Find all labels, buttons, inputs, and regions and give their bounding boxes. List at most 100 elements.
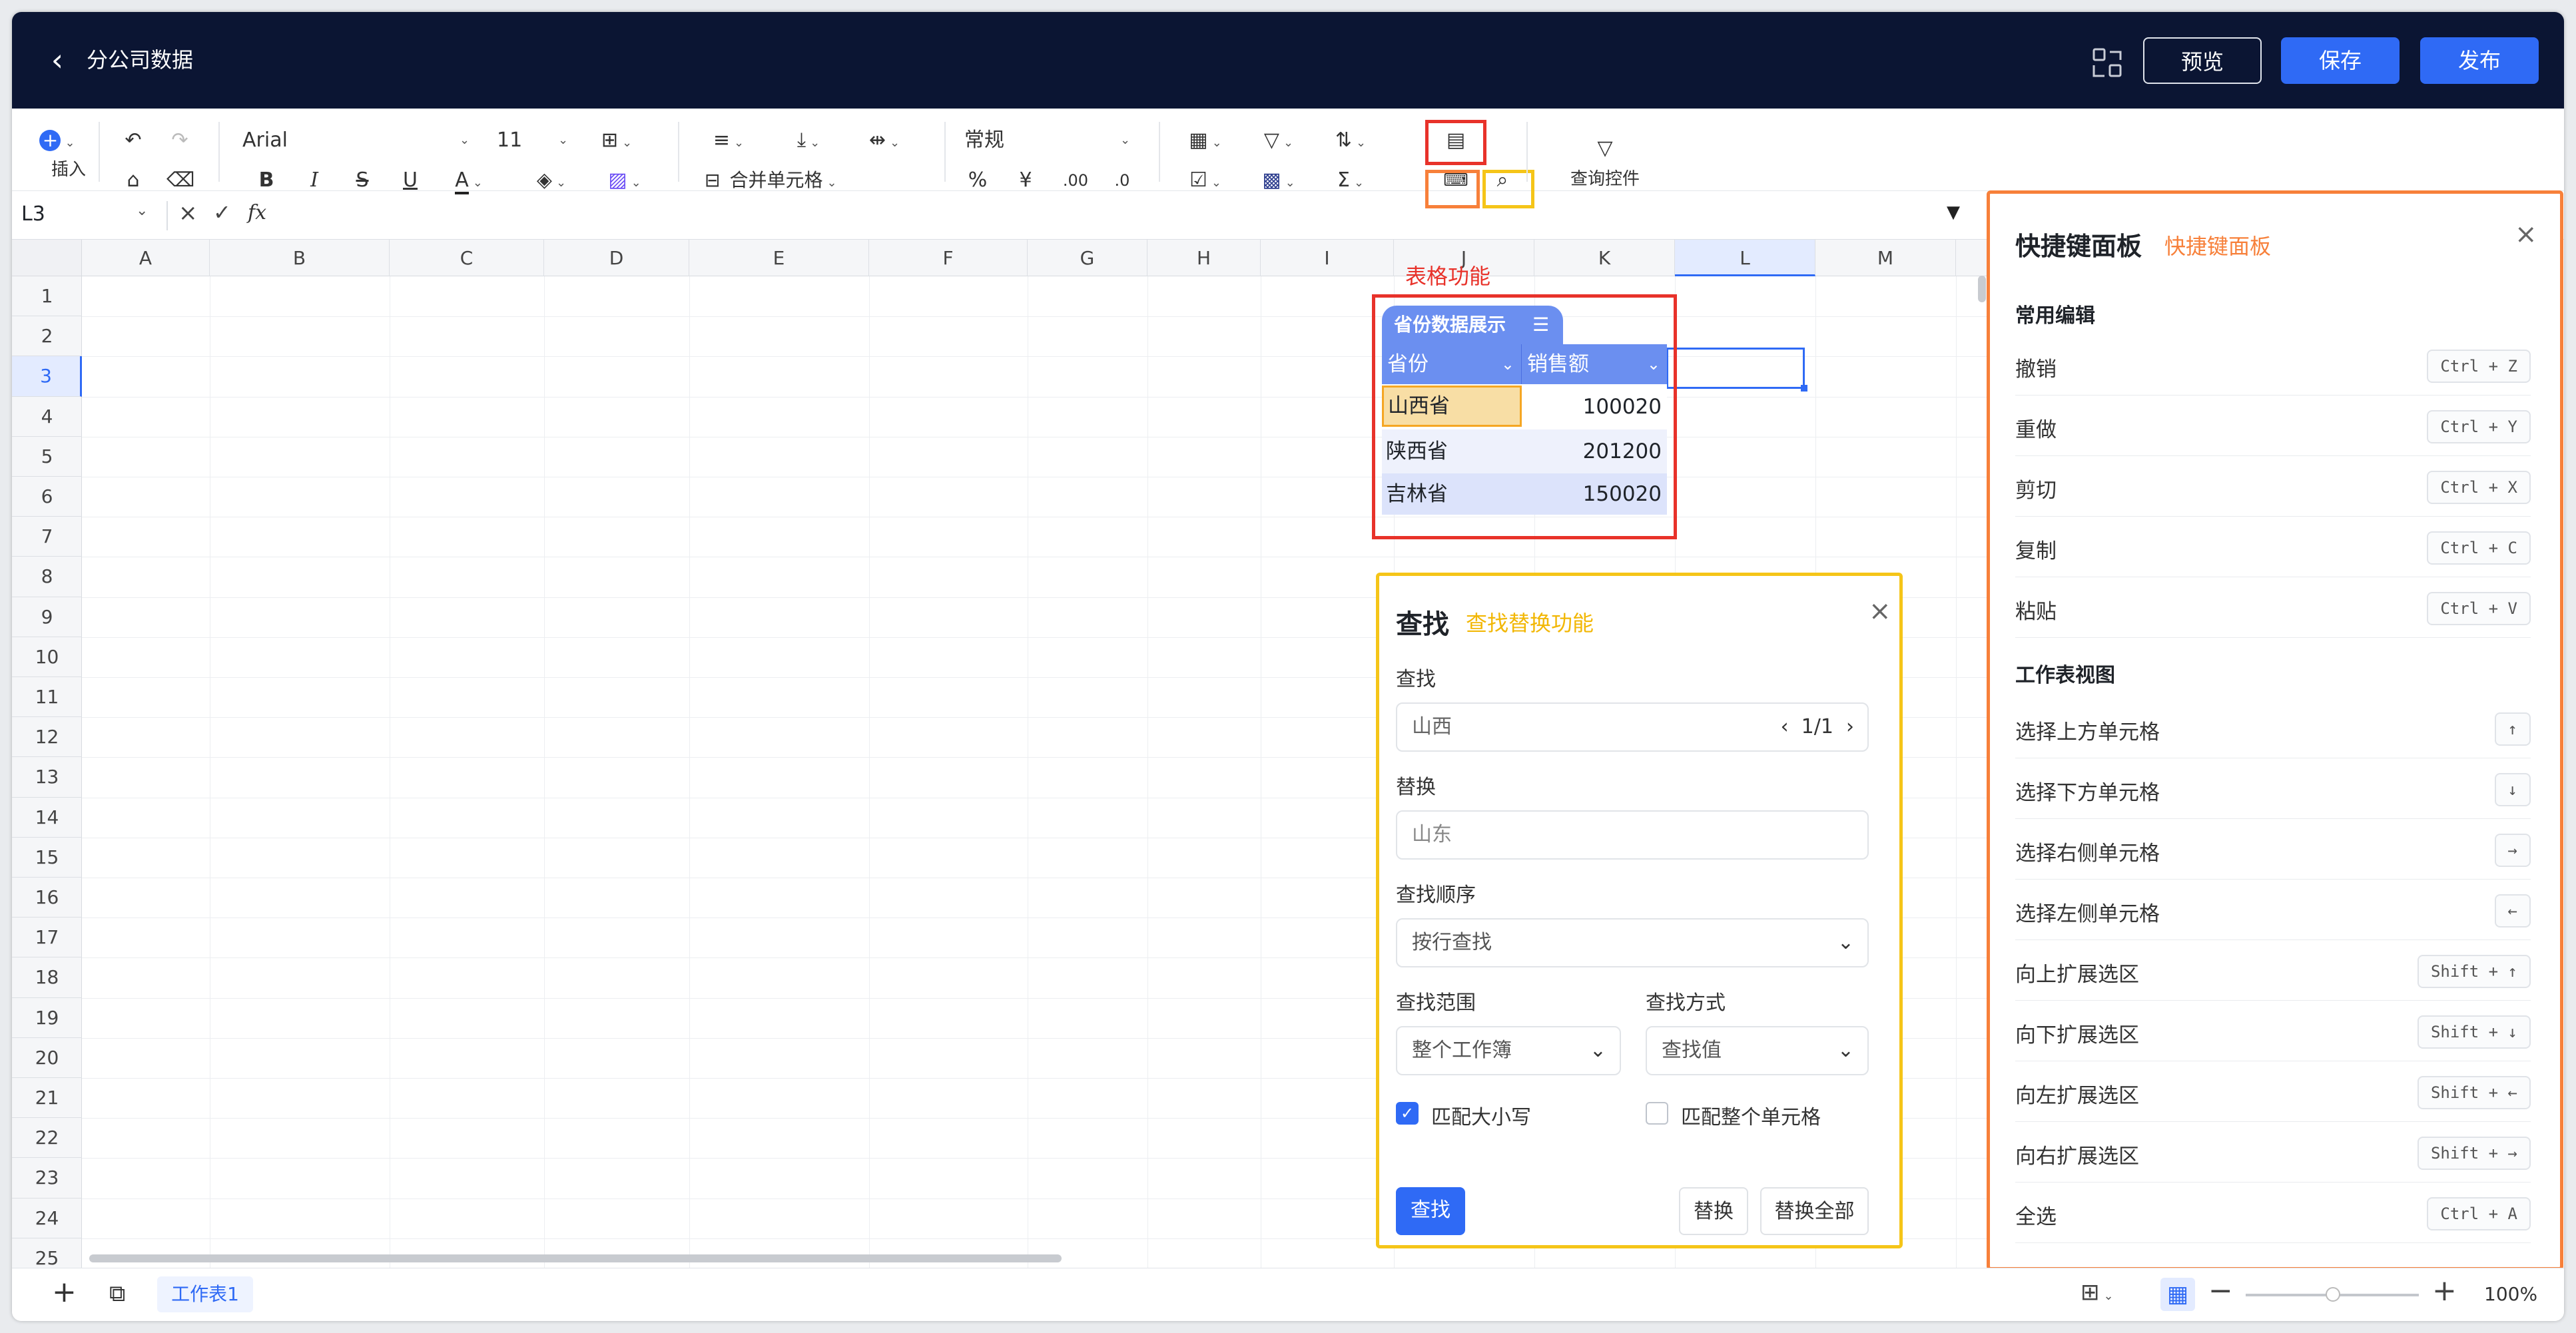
chart-icon[interactable]: ▦ ⌄ [1179,127,1232,156]
formula-expand-icon[interactable]: ▼ [1947,202,1960,222]
insert-plus-icon[interactable]: + ⌄ [37,127,77,156]
function-icon[interactable]: fx [248,201,266,224]
column-header-M[interactable]: M [1815,240,1956,276]
next-match-icon[interactable]: › [1846,715,1854,738]
row-header-20[interactable]: 20 [12,1038,82,1078]
find-button[interactable]: 查找 [1396,1187,1465,1235]
column-header-H[interactable]: H [1147,240,1261,276]
decimal-decrease-icon[interactable]: .0 [1106,167,1139,194]
grid-view-icon[interactable]: ▦ [2160,1278,2195,1311]
redo-icon[interactable]: ↷ [166,127,193,154]
replace-input[interactable]: 山东 [1396,810,1869,860]
column-header-A[interactable]: A [82,240,210,276]
vertical-scrollbar[interactable] [1978,276,1986,302]
sheet-list-icon[interactable]: ⧉ [109,1280,125,1307]
query-control-label[interactable]: 查询控件 [1552,166,1658,192]
table-cell[interactable]: 陕西省 [1386,429,1519,473]
replace-button[interactable]: 替换 [1679,1187,1748,1235]
prev-match-icon[interactable]: ‹ [1781,715,1789,738]
select-all-corner[interactable] [12,240,82,276]
row-header-1[interactable]: 1 [12,276,82,317]
font-size-select[interactable]: 11 ⌄ [497,127,570,154]
underline-icon[interactable]: U [397,167,424,194]
row-header-14[interactable]: 14 [12,798,82,838]
cancel-icon[interactable]: × [178,200,198,226]
column-header-K[interactable]: K [1534,240,1675,276]
table-row[interactable]: 陕西省 201200 [1382,429,1667,473]
table-name-tab[interactable]: 省份数据展示 ☰ [1382,306,1563,344]
close-icon[interactable]: × [1869,596,1891,627]
confirm-icon[interactable]: ✓ [213,200,231,225]
row-header-4[interactable]: 4 [12,397,82,437]
italic-icon[interactable]: I [301,167,328,194]
sort-icon[interactable]: ⇅ ⌄ [1324,127,1377,156]
horizontal-scrollbar[interactable] [89,1254,1062,1262]
scope-select[interactable]: 整个工作簿 ⌄ [1396,1026,1621,1075]
table-row[interactable]: 吉林省 150020 [1382,473,1667,515]
row-header-7[interactable]: 7 [12,517,82,557]
order-select[interactable]: 按行查找 ⌄ [1396,918,1869,967]
row-header-13[interactable]: 13 [12,757,82,798]
font-family-select[interactable]: Arial ⌄ [242,127,476,154]
strikethrough-icon[interactable]: S [349,167,376,194]
table-row[interactable]: 山西省 100020 [1382,384,1667,429]
text-direction-icon[interactable]: ⇹ ⌄ [858,127,911,156]
align-icon[interactable]: ≡ ⌄ [702,127,755,156]
percent-icon[interactable]: % [964,167,991,194]
table-header-province[interactable]: 省份 ⌄ [1382,344,1522,384]
row-header-16[interactable]: 16 [12,878,82,918]
column-header-G[interactable]: G [1028,240,1147,276]
match-cell-label[interactable]: 匹配整个单元格 [1681,1101,1821,1130]
table-cell-found[interactable]: 山西省 [1382,386,1522,427]
match-cell-checkbox[interactable] [1646,1102,1668,1125]
zoom-out-icon[interactable]: − [2208,1274,2233,1308]
currency-icon[interactable]: ¥ [1012,167,1039,194]
row-header-8[interactable]: 8 [12,557,82,597]
border-icon[interactable]: ⊞ ⌄ [590,127,643,156]
row-header-10[interactable]: 10 [12,637,82,677]
row-header-23[interactable]: 23 [12,1158,82,1199]
table-header-sales[interactable]: 销售额 ⌄ [1522,344,1667,384]
format-painter-icon[interactable]: ⌂ [120,167,147,194]
row-header-19[interactable]: 19 [12,998,82,1038]
cell-reference-box[interactable]: L3 [21,202,45,226]
table-cell[interactable]: 201200 [1522,429,1662,473]
publish-button[interactable]: 发布 [2420,37,2539,84]
column-header-E[interactable]: E [689,240,869,276]
column-header-L[interactable]: L [1675,240,1815,276]
close-icon[interactable]: × [2515,219,2537,250]
row-header-11[interactable]: 11 [12,677,82,718]
table-cell[interactable]: 150020 [1522,473,1662,515]
mode-select[interactable]: 查找值 ⌄ [1646,1026,1869,1075]
query-filter-icon[interactable]: ▽ [1592,135,1618,162]
add-sheet-icon[interactable]: + [52,1275,77,1309]
table-menu-icon[interactable]: ☰ [1532,306,1549,344]
formula-input[interactable] [293,200,1958,232]
find-input[interactable]: 山西 ‹ 1/1 › [1396,702,1869,752]
row-header-22[interactable]: 22 [12,1118,82,1159]
table-cell[interactable]: 100020 [1522,384,1662,429]
row-header-15[interactable]: 15 [12,838,82,878]
zoom-slider-handle[interactable] [2326,1287,2340,1302]
column-header-F[interactable]: F [869,240,1028,276]
row-header-21[interactable]: 21 [12,1078,82,1119]
row-header-17[interactable]: 17 [12,918,82,958]
column-header-C[interactable]: C [390,240,544,276]
table-cell[interactable]: 吉林省 [1386,473,1519,515]
column-header-B[interactable]: B [210,240,390,276]
clear-format-icon[interactable]: ⌫ [166,167,194,194]
column-header-D[interactable]: D [544,240,689,276]
row-header-5[interactable]: 5 [12,437,82,477]
selected-cell[interactable] [1666,348,1805,389]
row-header-9[interactable]: 9 [12,597,82,637]
row-header-6[interactable]: 6 [12,477,82,517]
bold-icon[interactable]: B [253,167,280,194]
cell-ref-dropdown-icon[interactable]: ⌄ [136,202,148,219]
preview-button[interactable]: 预览 [2143,37,2262,84]
row-header-18[interactable]: 18 [12,957,82,998]
fill-handle[interactable] [1801,385,1807,392]
page-layout-icon[interactable]: ⊞ ⌄ [2081,1279,2114,1306]
column-header-I[interactable]: I [1261,240,1394,276]
row-header-12[interactable]: 12 [12,717,82,758]
row-header-3[interactable]: 3 [12,356,82,397]
